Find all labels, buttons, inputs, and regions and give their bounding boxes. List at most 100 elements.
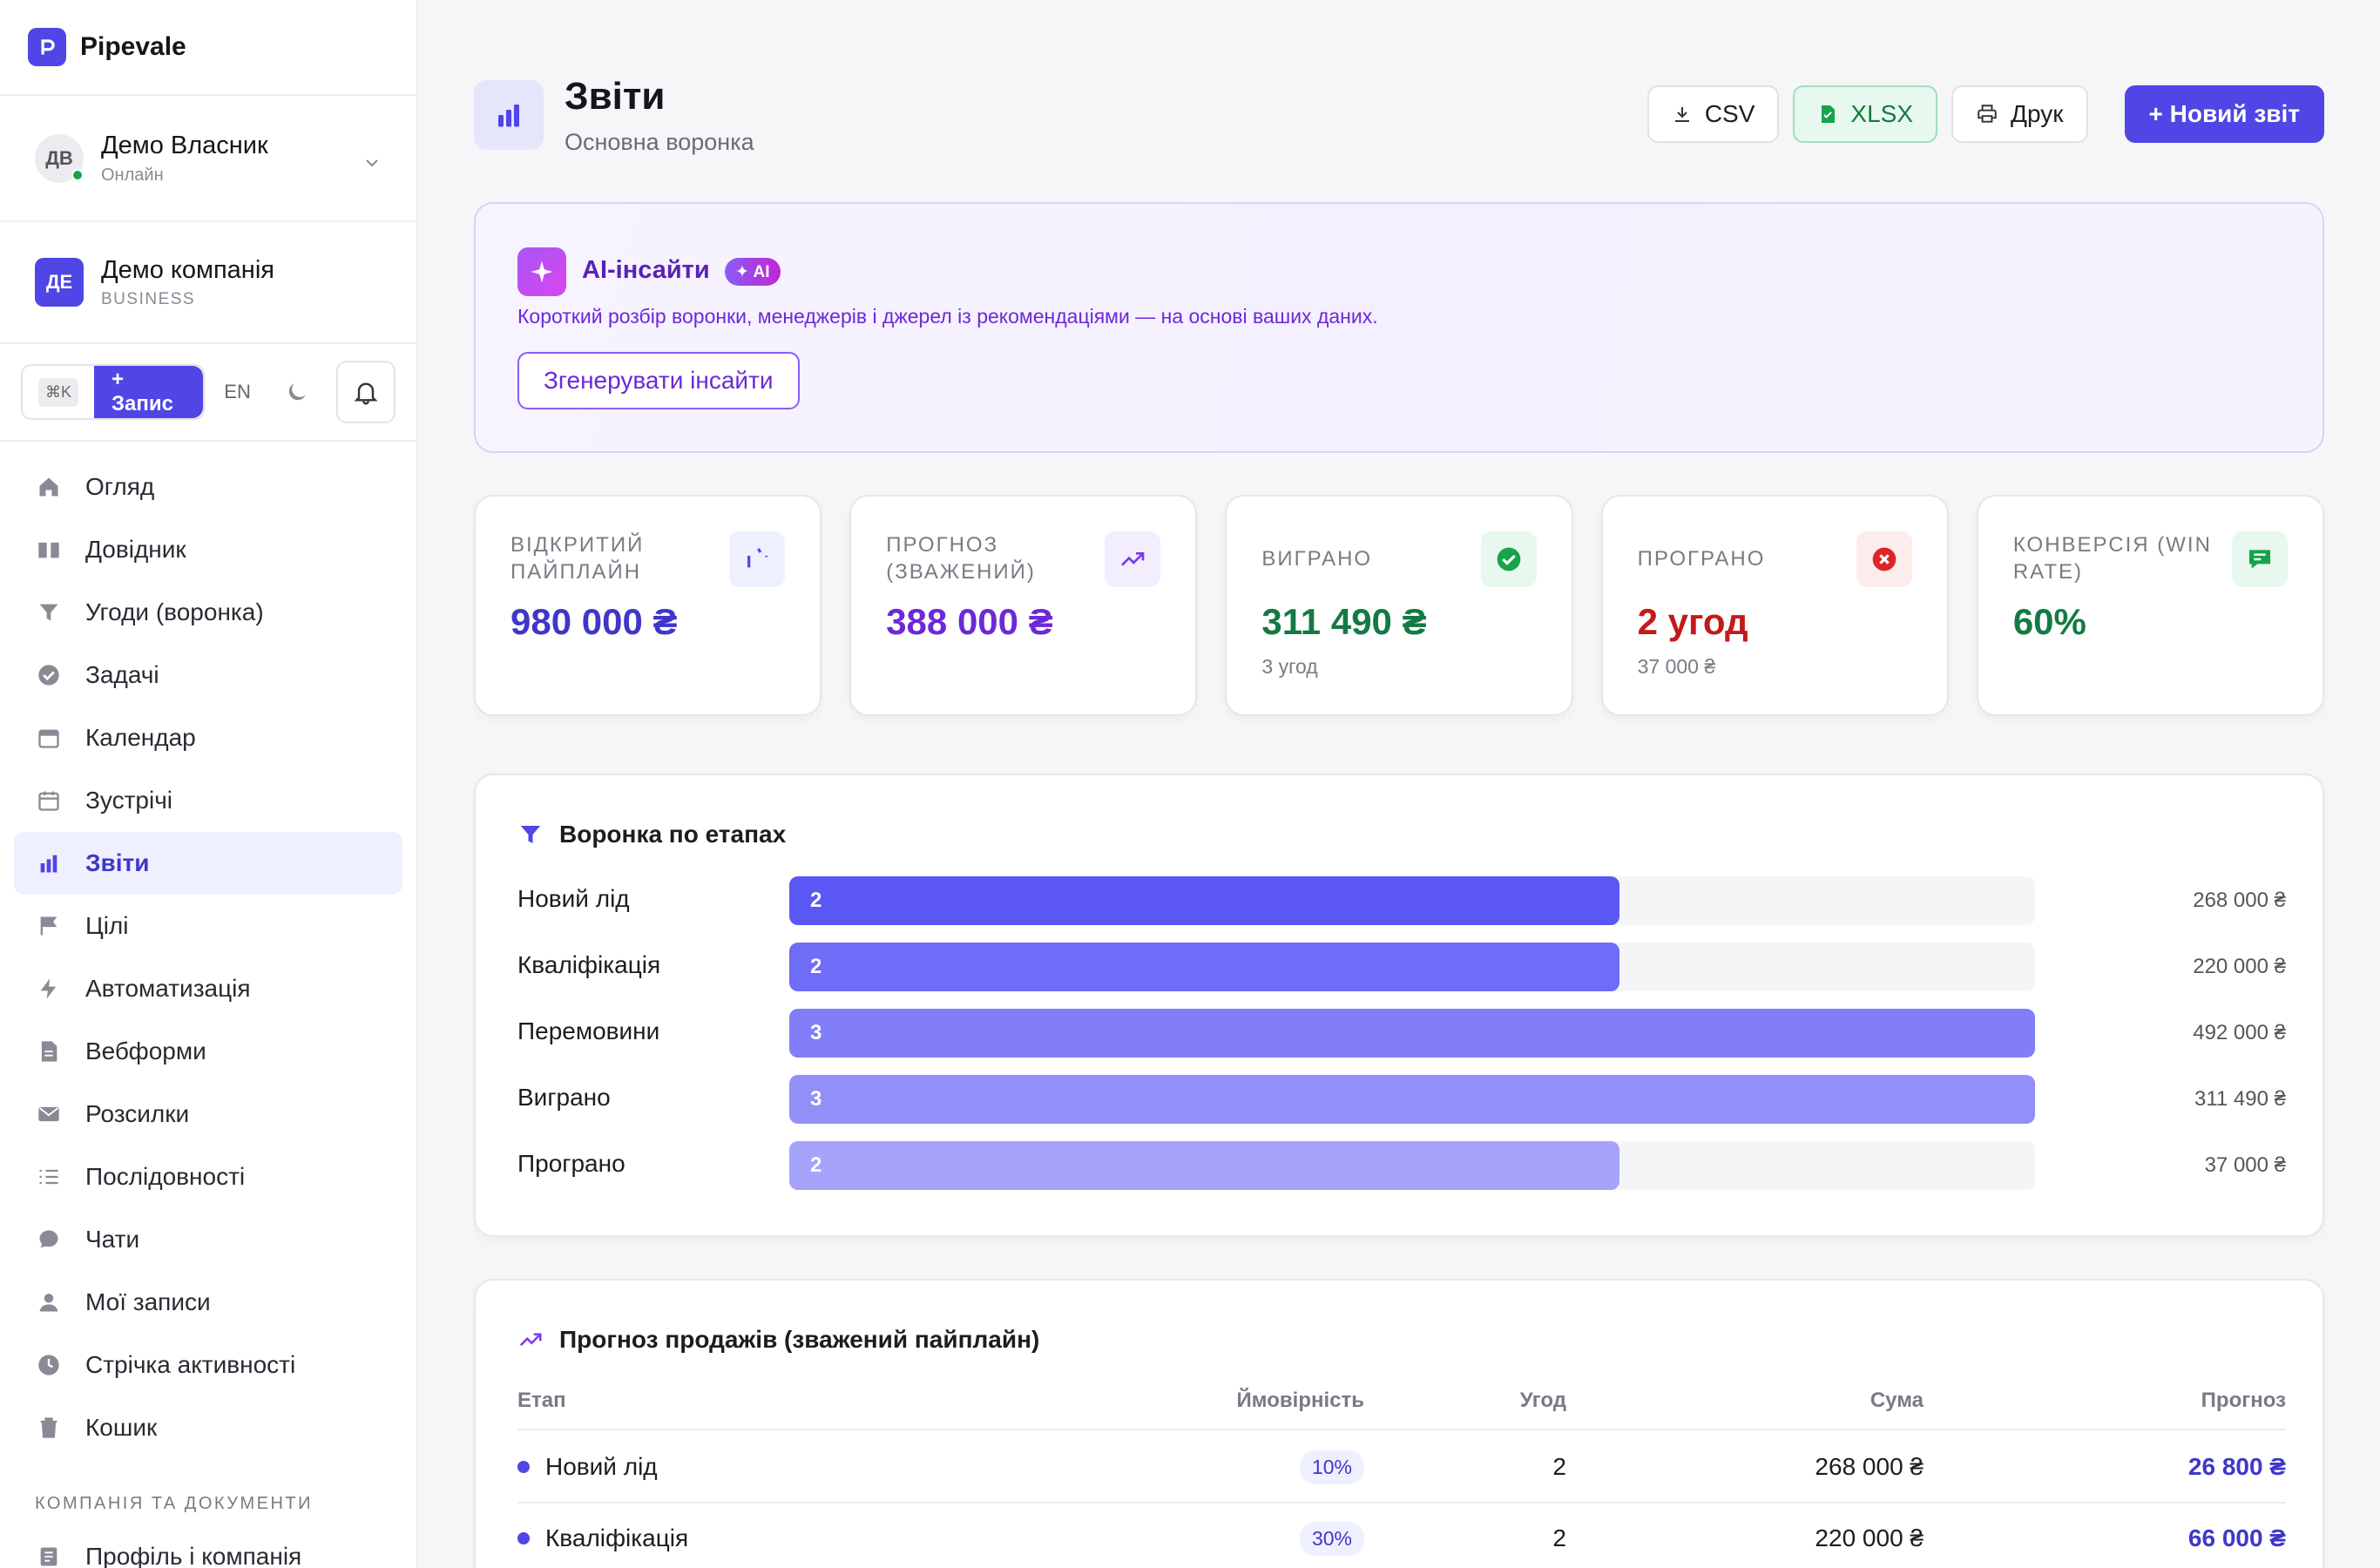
kpi-label: ПРОГНОЗ (ЗВАЖЕНИЙ): [886, 533, 1036, 585]
kpi-label: ВИГРАНО: [1261, 547, 1373, 571]
sidebar-item-my-records[interactable]: Мої записи: [14, 1271, 402, 1334]
export-xlsx-button[interactable]: XLSX: [1793, 85, 1938, 143]
funnel-bar-count: 2: [810, 889, 822, 912]
bar-chart-icon: [35, 849, 63, 877]
forecast-value: 66 000 ₴: [2187, 1524, 2286, 1551]
sidebar-item-trash[interactable]: Кошик: [14, 1396, 402, 1459]
funnel-title: Воронка по етапах: [517, 821, 786, 848]
page-title: Звіти: [565, 75, 666, 118]
funnel-stage-label: Виграно: [517, 1084, 611, 1111]
sidebar-item-meetings[interactable]: Зустрічі: [14, 769, 402, 832]
sidebar-item-profile-company[interactable]: Профіль і компанія: [14, 1525, 402, 1568]
export-csv-button[interactable]: CSV: [1646, 85, 1780, 143]
online-status-icon: [71, 168, 84, 181]
print-label: Друк: [2011, 100, 2064, 127]
funnel-stage-amount: 311 490 ₴: [2194, 1087, 2286, 1111]
funnel-stage-label: Новий лід: [517, 885, 630, 912]
kpi-value: 980 000 ₴: [510, 601, 678, 642]
forecast-stage: Кваліфікація: [545, 1524, 689, 1551]
page-subtitle: Основна воронка: [565, 129, 754, 155]
notifications-button[interactable]: [335, 361, 396, 423]
kpi-label: ПРОГРАНО: [1637, 547, 1766, 571]
sidebar-item-reports[interactable]: Звіти: [14, 832, 402, 895]
new-record-button[interactable]: + Запис: [93, 366, 204, 418]
ai-insights-card: AI-інсайти ✦ AI Короткий розбір воронки,…: [474, 202, 2324, 453]
sidebar-item-goals[interactable]: Цілі: [14, 895, 402, 957]
sidebar: Pipevale ДВ Демо Власник Онлайн ДЕ Демо …: [0, 0, 418, 1568]
sidebar-item-label: Кошик: [85, 1414, 158, 1441]
user-switcher[interactable]: ДВ Демо Власник Онлайн: [0, 96, 416, 222]
funnel-row[interactable]: Програно 2 37 000 ₴: [517, 1141, 2286, 1190]
sidebar-item-chats[interactable]: Чати: [14, 1208, 402, 1271]
check-circle-icon: [35, 661, 63, 689]
book-icon: [35, 536, 63, 564]
sidebar-item-activity-feed[interactable]: Стрічка активності: [14, 1334, 402, 1396]
funnel-bar: 2: [789, 943, 1619, 991]
download-icon: [1672, 104, 1693, 125]
list-icon: [35, 1163, 63, 1191]
ai-insights-title: AI-інсайти: [582, 256, 710, 284]
calendar-outline-icon: [35, 787, 63, 814]
export-xlsx-label: XLSX: [1850, 100, 1914, 127]
shortcut-key: ⌘K: [37, 377, 78, 407]
new-report-button[interactable]: + Новий звіт: [2124, 85, 2324, 143]
column-header-deals[interactable]: Угод: [1520, 1389, 1566, 1413]
sidebar-item-tasks[interactable]: Задачі: [14, 644, 402, 706]
brand[interactable]: Pipevale: [0, 0, 416, 96]
column-header-forecast[interactable]: Прогноз: [2201, 1389, 2286, 1413]
moon-icon[interactable]: [284, 379, 310, 405]
sidebar-item-label: Вебформи: [85, 1037, 206, 1064]
column-header-sum[interactable]: Сума: [1870, 1389, 1924, 1413]
funnel-bar: 2: [789, 1141, 1619, 1190]
sidebar-item-label: Профіль і компанія: [85, 1543, 302, 1568]
chevron-down-icon[interactable]: [364, 153, 380, 173]
column-header-stage[interactable]: Етап: [517, 1389, 566, 1413]
stage-dot-icon: [517, 1461, 530, 1473]
trash-icon: [35, 1414, 63, 1442]
funnel-row[interactable]: Перемовини 3 492 000 ₴: [517, 1009, 2286, 1058]
print-button[interactable]: Друк: [1951, 85, 2088, 143]
probability-badge: 10%: [1299, 1450, 1364, 1484]
sidebar-item-deals[interactable]: Угоди (воронка): [14, 581, 402, 644]
sidebar-item-calendar[interactable]: Календар: [14, 706, 402, 769]
language-toggle[interactable]: EN: [224, 381, 251, 403]
sidebar-item-label: Автоматизація: [85, 975, 251, 1002]
sidebar-item-sequences[interactable]: Послідовності: [14, 1146, 402, 1208]
sidebar-item-automation[interactable]: Автоматизація: [14, 957, 402, 1020]
ai-badge: ✦ AI: [725, 258, 781, 286]
sidebar-item-label: Чати: [85, 1226, 140, 1253]
forecast-title: Прогноз продажів (зважений пайплайн): [517, 1326, 1039, 1354]
sidebar-item-mailings[interactable]: Розсилки: [14, 1083, 402, 1146]
sidebar-item-overview[interactable]: Огляд: [14, 456, 402, 518]
funnel-row[interactable]: Кваліфікація 2 220 000 ₴: [517, 943, 2286, 991]
company-name: Демо компанія: [101, 255, 274, 284]
main-content: Звіти Основна воронка CSV XLSX Друк + Но…: [474, 0, 2325, 1568]
sidebar-item-webforms[interactable]: Вебформи: [14, 1020, 402, 1083]
generate-insights-button[interactable]: Згенерувати інсайти: [517, 352, 800, 409]
funnel-bar-count: 2: [810, 1153, 822, 1177]
table-row[interactable]: Кваліфікація 30% 2 220 000 ₴ 66 000 ₴: [517, 1504, 2286, 1568]
funnel-stage-amount: 220 000 ₴: [2193, 955, 2286, 978]
chat-icon: [35, 1226, 63, 1254]
sidebar-item-directory[interactable]: Довідник: [14, 518, 402, 581]
company-switcher[interactable]: ДЕ Демо компанія BUSINESS: [0, 222, 416, 344]
table-row[interactable]: Новий лід 10% 2 268 000 ₴ 26 800 ₴: [517, 1432, 2286, 1504]
sidebar-item-label: Зустрічі: [85, 787, 173, 814]
profile-icon: [35, 1543, 63, 1568]
funnel-row[interactable]: Виграно 3 311 490 ₴: [517, 1075, 2286, 1124]
company-plan: BUSINESS: [101, 289, 196, 308]
message-icon: [2232, 531, 2289, 587]
pie-progress-icon: [729, 531, 786, 587]
sparkle-icon: [517, 247, 566, 296]
funnel-stage-label: Кваліфікація: [517, 951, 661, 978]
reports-icon: [474, 80, 544, 150]
sidebar-item-label: Огляд: [85, 473, 155, 500]
command-palette-button[interactable]: ⌘K: [23, 366, 94, 418]
trend-up-icon: [517, 1327, 544, 1353]
funnel-row[interactable]: Новий лід 2 268 000 ₴: [517, 876, 2286, 925]
forecast-table-header: Етап Ймовірність Угод Сума Прогноз: [517, 1389, 2286, 1430]
column-header-probability[interactable]: Ймовірність: [1237, 1389, 1364, 1413]
funnel-stage-label: Програно: [517, 1150, 625, 1177]
funnel-bar-track: 2: [789, 1141, 2035, 1190]
bell-icon: [354, 382, 378, 405]
